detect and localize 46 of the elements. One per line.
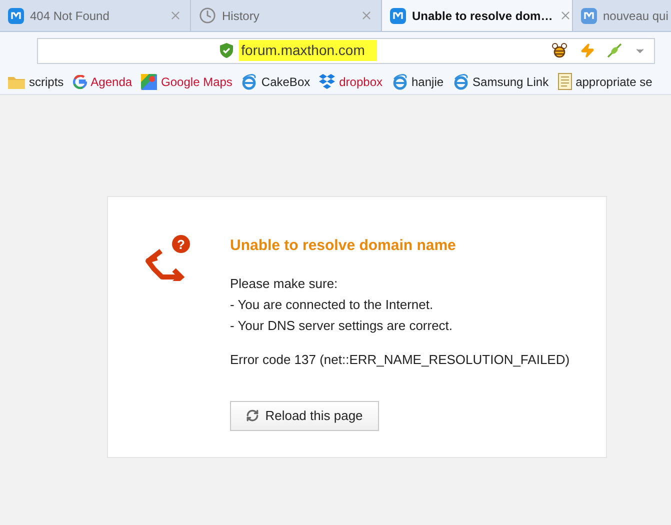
reload-button[interactable]: Reload this page: [230, 400, 379, 430]
bookmark-label: appropriate se: [576, 74, 652, 90]
close-icon[interactable]: [360, 9, 373, 22]
clock-icon: [199, 7, 216, 24]
bookmark-label: CakeBox: [261, 74, 310, 90]
lightning-icon[interactable]: [580, 43, 595, 58]
bookmark[interactable]: Google Maps: [141, 72, 232, 90]
address-bar[interactable]: forum.maxthon.com: [37, 38, 655, 64]
browser-icon: [452, 74, 469, 90]
close-icon[interactable]: [558, 9, 572, 22]
browser-icon: [392, 74, 408, 90]
tab-title: History: [222, 8, 260, 24]
error-title: Unable to resolve domain name: [230, 236, 457, 256]
bookmark[interactable]: hanjie: [392, 72, 444, 90]
bookmark-label: Google Maps: [161, 74, 232, 90]
bookmark[interactable]: CakeBox: [241, 72, 310, 90]
check-item: - Your DNS server settings are correct.: [230, 316, 454, 335]
map-icon: [141, 74, 158, 90]
reload-icon: [246, 409, 260, 422]
bookmark-label: dropbox: [339, 74, 382, 90]
url-text: forum.maxthon.com: [239, 40, 377, 61]
folder-icon: [8, 74, 25, 88]
document-icon: [558, 73, 572, 90]
bookmark[interactable]: Samsung Link: [452, 72, 549, 90]
bookmark-label: Agenda: [90, 74, 132, 90]
question-badge: ?: [172, 235, 190, 253]
google-icon: [72, 74, 87, 88]
bee-icon[interactable]: [551, 43, 568, 58]
check-item: - You are connected to the Internet.: [230, 296, 434, 314]
tab-title: Unable to resolve dom…: [412, 8, 553, 24]
bookmark[interactable]: Agenda: [72, 72, 132, 90]
bookmark[interactable]: dropbox: [319, 72, 382, 90]
tab-title: nouveau qui: [603, 8, 670, 24]
close-icon[interactable]: [169, 9, 182, 22]
bookmark[interactable]: appropriate se: [558, 72, 652, 90]
browser-icon: [241, 74, 258, 90]
tab-title: 404 Not Found: [30, 8, 110, 24]
bookmark-label: scripts: [29, 74, 64, 90]
plug-icon[interactable]: [607, 43, 622, 58]
bookmark-label: Samsung Link: [472, 74, 549, 90]
error-code: Error code 137 (net::ERR_NAME_RESOLUTION_FAILED): [230, 350, 570, 369]
intro-text: Please make sure:: [230, 274, 339, 292]
dropbox-icon: [319, 74, 336, 89]
browser-tab[interactable]: Unable to resolve dom…: [382, 0, 573, 31]
bookmark[interactable]: scripts: [8, 72, 64, 90]
bookmark-label: hanjie: [412, 74, 444, 90]
